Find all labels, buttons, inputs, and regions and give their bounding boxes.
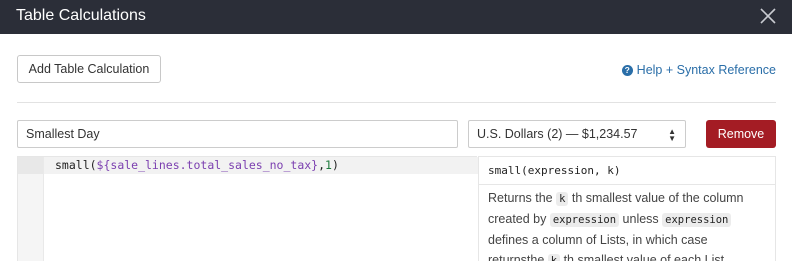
- code-comma-token: ,: [318, 158, 326, 172]
- code-close-token: ): [331, 158, 339, 172]
- table-calculations-dialog: Table Calculations Add Table Calculation…: [0, 0, 792, 261]
- remove-button[interactable]: Remove: [706, 120, 776, 148]
- function-signature: small(expression, k): [488, 164, 621, 177]
- dialog-header: Table Calculations: [0, 0, 792, 34]
- calculation-name-input[interactable]: [17, 120, 458, 148]
- code-tag: expression: [549, 213, 620, 227]
- gutter-active-line: [18, 157, 43, 174]
- dialog-title: Table Calculations: [16, 7, 146, 24]
- desc-text: unless: [619, 212, 663, 226]
- select-arrows-icon: ▲ ▼: [668, 127, 676, 143]
- code-line[interactable]: small(${sale_lines.total_sales_no_tax},1…: [55, 158, 339, 173]
- code-field-token: ${sale_lines.total_sales_no_tax}: [96, 158, 319, 172]
- desc-text: th smallest value of each List: [560, 253, 725, 261]
- question-circle-icon: ?: [621, 64, 633, 76]
- code-tag: k: [556, 192, 569, 206]
- format-select[interactable]: U.S. Dollars (2) — $1,234.57 ▲ ▼: [468, 120, 686, 148]
- desc-text: Returns the: [488, 191, 557, 205]
- format-select-value: U.S. Dollars (2) — $1,234.57: [477, 127, 638, 141]
- code-number-token: 1: [325, 158, 332, 172]
- help-link-label: Help + Syntax Reference: [636, 63, 776, 77]
- help-syntax-reference-link[interactable]: ? Help + Syntax Reference: [621, 62, 776, 78]
- divider: [17, 102, 776, 103]
- expression-editor[interactable]: small(${sale_lines.total_sales_no_tax},1…: [17, 156, 478, 261]
- add-table-calculation-button[interactable]: Add Table Calculation: [17, 55, 161, 83]
- function-reference-panel: small(expression, k) Returns the k th sm…: [478, 156, 776, 261]
- code-tag: expression: [662, 213, 732, 227]
- code-function-token: small(: [55, 158, 97, 172]
- close-icon[interactable]: [758, 6, 778, 26]
- code-tag: k: [547, 254, 561, 261]
- function-signature-box: small(expression, k): [479, 157, 775, 185]
- editor-gutter: [18, 157, 44, 261]
- function-description: Returns the k th smallest value of the c…: [479, 185, 775, 261]
